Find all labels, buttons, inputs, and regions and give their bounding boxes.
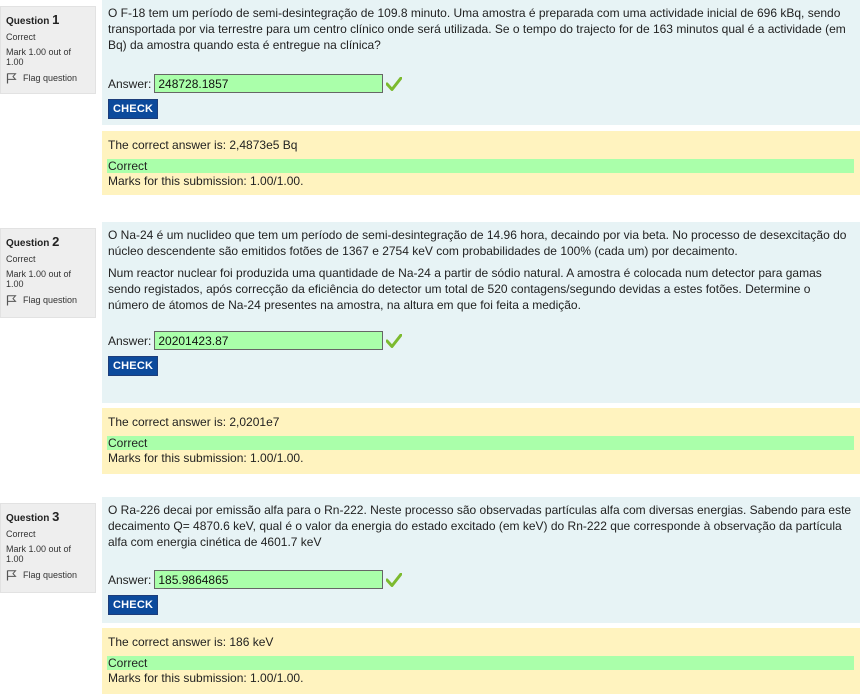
question-grade: Mark 1.00 out of 1.00 [6,47,72,67]
question-info-panel: Question 2 Correct Mark 1.00 out of 1.00… [0,228,96,318]
question-info-panel: Question 1 Correct Mark 1.00 out of 1.00… [0,6,96,94]
answer-label: Answer: [108,333,152,348]
question-text: O Ra-226 decai por emissão alfa para o R… [108,503,852,549]
check-button[interactable]: CHECK [108,595,159,615]
feedback-panel: The correct answer is: 186 keV Correct M… [102,628,860,694]
flag-question-link[interactable]: Flag question [6,570,91,581]
flag-question-link[interactable]: Flag question [6,73,91,84]
correct-answer-text: The correct answer is: 186 keV [108,635,274,649]
answer-row: Answer: [108,331,852,350]
question-state: Correct [6,254,36,264]
question-number: Question 3 [6,509,60,525]
checkmark-icon [386,333,403,348]
question-grade: Mark 1.00 out of 1.00 [6,269,72,289]
marks-text: Marks for this submission: 1.00/1.00. [108,451,304,465]
flag-question-link[interactable]: Flag question [6,295,91,306]
correctness-badge: Correct [107,656,854,670]
question-content: O Ra-226 decai por emissão alfa para o R… [102,497,860,623]
question-state: Correct [6,32,36,42]
flag-question-label: Flag question [23,73,78,83]
feedback-panel: The correct answer is: 2,0201e7 Correct … [102,408,860,474]
flag-icon [6,570,17,581]
correct-answer-text: The correct answer is: 2,0201e7 [108,415,280,429]
question-content: O Na-24 é um nuclideo que tem um período… [102,222,860,403]
feedback-panel: The correct answer is: 2,4873e5 Bq Corre… [102,131,860,195]
question-text: O Na-24 é um nuclideo que tem um período… [108,228,847,258]
flag-icon [6,73,17,84]
correctness-badge: Correct [107,436,854,450]
marks-text: Marks for this submission: 1.00/1.00. [108,174,304,188]
marks-text: Marks for this submission: 1.00/1.00. [108,671,304,685]
correctness-badge: Correct [107,159,854,173]
question-info-panel: Question 3 Correct Mark 1.00 out of 1.00… [0,503,96,593]
check-button[interactable]: CHECK [108,99,159,119]
correct-answer-text: The correct answer is: 2,4873e5 Bq [108,138,298,152]
flag-question-label: Flag question [23,295,78,305]
flag-question-label: Flag question [23,570,78,580]
answer-row: Answer: [108,74,852,93]
check-button[interactable]: CHECK [108,356,159,376]
answer-row: Answer: [108,570,852,589]
answer-input[interactable] [154,74,384,93]
question-grade: Mark 1.00 out of 1.00 [6,544,72,564]
checkmark-icon [386,572,403,587]
answer-label: Answer: [108,572,152,587]
answer-input[interactable] [154,570,384,589]
checkmark-icon [386,76,403,91]
answer-label: Answer: [108,76,152,91]
question-text: O F-18 tem um período de semi-desintegra… [108,6,846,52]
question-number: Question 2 [6,234,60,250]
question-text: Num reactor nuclear foi produzida uma qu… [108,266,822,312]
question-number: Question 1 [6,12,60,28]
answer-input[interactable] [154,331,384,350]
flag-icon [6,295,17,306]
question-state: Correct [6,529,36,539]
question-content: O F-18 tem um período de semi-desintegra… [102,0,860,125]
